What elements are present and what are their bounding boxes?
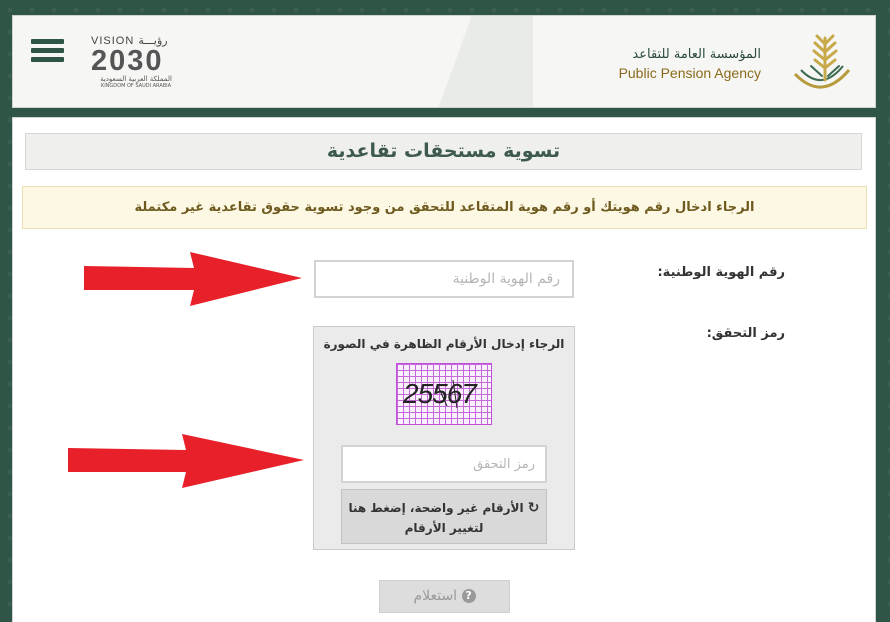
captcha-hint: الرجاء إدخال الأرقام الظاهرة في الصورة: [323, 337, 565, 351]
captcha-input[interactable]: [341, 445, 547, 483]
refresh-icon: ↻: [527, 500, 540, 516]
agency-name-en: Public Pension Agency: [618, 65, 761, 81]
refresh-captcha-button[interactable]: ↻ الأرقام غير واضحة، إضغط هنا لتغيير الأ…: [341, 489, 547, 544]
captcha-noise-lines: [436, 379, 458, 409]
refresh-captcha-line-1: ↻ الأرقام غير واضحة، إضغط هنا: [342, 498, 546, 518]
id-label: رقم الهوية الوطنية:: [657, 265, 785, 280]
national-id-input[interactable]: [314, 260, 574, 298]
vision-year: 2030: [91, 45, 164, 77]
page-title: تسوية مستحقات تقاعدية: [25, 133, 862, 170]
red-arrow-icon-2: [68, 434, 304, 488]
agency-name: المؤسسة العامة للتقاعد Public Pension Ag…: [619, 46, 761, 82]
vision-2030-logo: VISION رؤيـــة 2030 المملكة العربية السع…: [91, 34, 191, 94]
agency-palm-logo-icon: [793, 34, 851, 89]
captcha-label: رمز التحقق:: [706, 326, 785, 341]
main-panel: تسوية مستحقات تقاعدية الرجاء ادخال رقم ه…: [12, 117, 876, 622]
notice-message: الرجاء ادخال رقم هويتك أو رقم هوية المتق…: [22, 186, 867, 229]
vision-subtitle-en: KINGDOM OF SAUDI ARABIA: [100, 83, 172, 89]
captcha-image: 25567: [396, 363, 492, 425]
vision-subtitle-ar: المملكة العربية السعودية: [100, 75, 172, 83]
site-header: VISION رؤيـــة 2030 المملكة العربية السع…: [12, 15, 876, 108]
question-circle-icon: ?: [461, 589, 476, 603]
submit-query-button[interactable]: ? استعلام: [379, 580, 510, 613]
hamburger-menu-icon[interactable]: [31, 39, 64, 67]
header-decoration: [393, 16, 533, 107]
red-arrow-icon: [84, 252, 302, 306]
refresh-captcha-line-2: لتغيير الأرقام: [404, 521, 484, 535]
refresh-captcha-text: الأرقام غير واضحة، إضغط هنا: [348, 501, 524, 515]
agency-name-ar: المؤسسة العامة للتقاعد: [632, 47, 761, 62]
submit-label: استعلام: [413, 588, 458, 604]
captcha-panel: الرجاء إدخال الأرقام الظاهرة في الصورة 2…: [313, 326, 575, 550]
